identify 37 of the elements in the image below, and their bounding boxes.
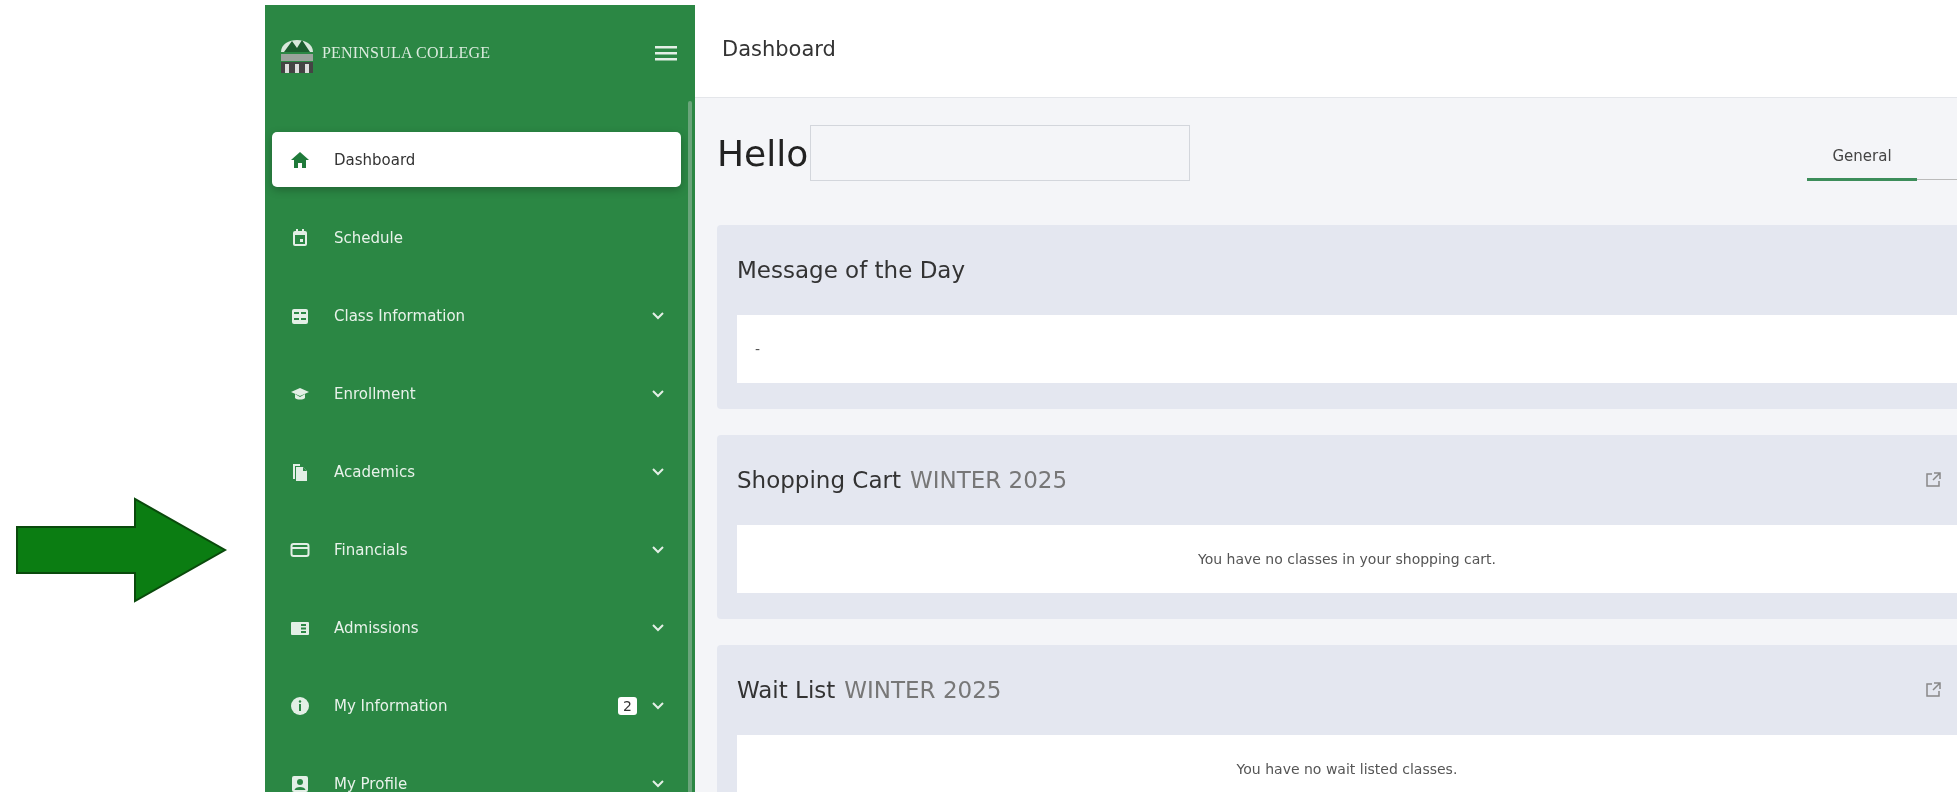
chevron-down-icon[interactable]	[651, 544, 665, 555]
chevron-down-icon[interactable]	[651, 388, 665, 399]
menu-icon[interactable]	[655, 45, 677, 61]
chevron-down-icon[interactable]	[651, 778, 665, 789]
card-message: You have no classes in your shopping cart.	[1197, 551, 1497, 567]
chevron-down-icon[interactable]	[651, 466, 665, 477]
chevron-down-icon[interactable]	[651, 310, 665, 321]
card-message: -	[755, 341, 761, 357]
nav-item[interactable]: My Information 2	[272, 678, 681, 733]
calendar-icon	[290, 227, 310, 248]
info-icon	[290, 695, 310, 716]
nav-item[interactable]: Financials	[272, 522, 681, 577]
card-message: You have no wait listed classes.	[1236, 761, 1458, 777]
card-title: Wait List	[737, 677, 836, 703]
term-label: WINTER 2025	[909, 467, 1068, 493]
chevron-down-icon[interactable]	[651, 622, 665, 633]
tab[interactable]: General	[1807, 147, 1917, 181]
nav-item[interactable]: My Profile	[272, 756, 681, 792]
greeting: Hello	[717, 132, 809, 174]
nav-item[interactable]: Academics	[272, 444, 681, 499]
external-link-icon[interactable]	[1924, 681, 1942, 699]
count-badge: 2	[618, 696, 637, 715]
card-title: Shopping Cart	[737, 467, 901, 493]
college-name: PENINSULA COLLEGE	[322, 44, 492, 62]
nav-item[interactable]: Admissions	[272, 600, 681, 655]
nav-item[interactable]: Class Information	[272, 288, 681, 343]
home-icon	[290, 149, 310, 170]
nav-item[interactable]: Dashboard	[272, 132, 681, 187]
nav-item[interactable]: Enrollment	[272, 366, 681, 421]
card-title: Message of the Day	[737, 257, 966, 283]
scrollbar[interactable]	[688, 101, 692, 792]
external-link-icon[interactable]	[1924, 471, 1942, 489]
documents-icon	[290, 461, 310, 482]
nav-item[interactable]: Schedule	[272, 210, 681, 265]
term-label: WINTER 2025	[844, 677, 1002, 703]
page-title: Dashboard	[695, 0, 1957, 98]
chevron-down-icon[interactable]	[651, 700, 665, 711]
